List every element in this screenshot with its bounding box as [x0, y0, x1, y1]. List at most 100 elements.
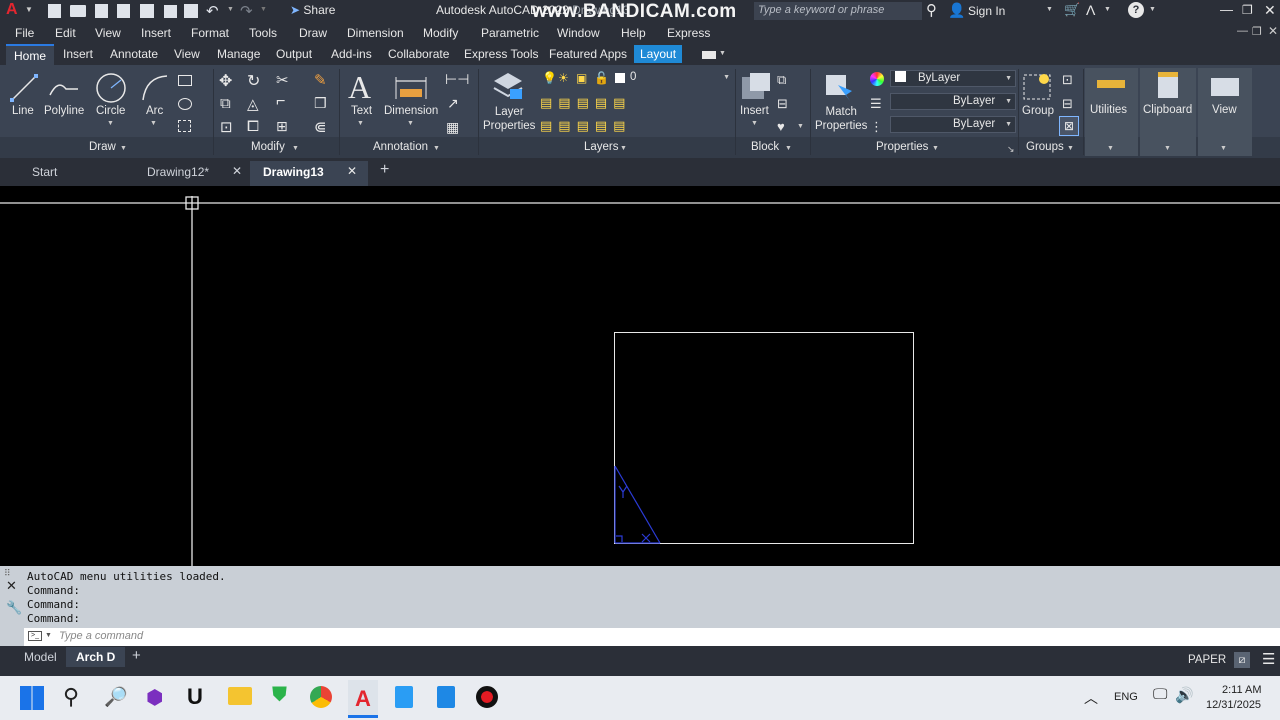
draw-panel-expand-icon[interactable]: ▼	[120, 145, 127, 152]
bandicam-record-icon[interactable]	[476, 686, 498, 708]
ribbon-toggle-icon[interactable]	[702, 51, 716, 59]
text-button[interactable]: Text	[351, 105, 372, 117]
autocad-logo-icon[interactable]: A	[6, 1, 18, 19]
leader-icon[interactable]: ↗	[447, 95, 459, 112]
doc-minimize-button[interactable]: —	[1237, 25, 1248, 37]
layer-properties-button[interactable]: Layer Properties	[483, 105, 535, 133]
share-button[interactable]: ➤ Share	[290, 3, 335, 17]
volume-icon[interactable]: 🔊	[1175, 686, 1194, 704]
modify-panel-expand-icon[interactable]: ▼	[292, 145, 299, 152]
menu-view[interactable]: View	[95, 26, 121, 40]
line-button[interactable]: Line	[12, 105, 34, 117]
circle-dropdown-icon[interactable]: ▼	[107, 120, 114, 127]
print-icon[interactable]	[184, 4, 198, 18]
linetype-dropdown[interactable]: ByLayer ▼	[890, 93, 1016, 110]
app-menu-dropdown-icon[interactable]: ▼	[25, 5, 33, 14]
tab-layout[interactable]: Layout	[634, 45, 683, 63]
doc-close-button[interactable]: ✕	[1268, 24, 1278, 38]
status-grid-icon[interactable]: ⧄	[1234, 652, 1250, 668]
move-icon[interactable]: ✥	[219, 71, 232, 91]
view-panel[interactable]: View ▼	[1198, 68, 1252, 156]
chrome-icon[interactable]	[310, 686, 332, 708]
sign-in-dropdown-icon[interactable]: ▼	[1046, 6, 1053, 13]
array-icon[interactable]: ⊞	[276, 118, 288, 135]
menu-tools[interactable]: Tools	[249, 26, 277, 40]
menu-modify[interactable]: Modify	[423, 26, 458, 40]
menu-help[interactable]: Help	[621, 26, 646, 40]
copy-icon[interactable]: ⧉	[220, 95, 231, 112]
tab-add-ins[interactable]: Add-ins	[331, 47, 372, 61]
help-icon[interactable]: ?	[1128, 2, 1144, 18]
groups-panel-expand-icon[interactable]: ▼	[1067, 145, 1074, 152]
plot-dropdown-icon[interactable]	[164, 5, 177, 18]
clock-time[interactable]: 2:11 AM	[1222, 684, 1262, 696]
customize-status-icon[interactable]: ☰	[1262, 650, 1275, 668]
layout-tab-arch-d[interactable]: Arch D	[66, 647, 126, 667]
model-tab[interactable]: Model	[24, 650, 57, 664]
autocad-taskbar-icon[interactable]: A	[348, 680, 378, 718]
clipboard-panel[interactable]: Clipboard ▼	[1140, 68, 1196, 156]
tab-featured-apps[interactable]: Featured Apps	[549, 47, 627, 61]
search-input[interactable]: Type a keyword or phrase	[754, 2, 922, 20]
app-cube-icon[interactable]: ⬢	[146, 685, 163, 710]
fillet-icon[interactable]: ⌐	[276, 93, 285, 111]
create-block-icon[interactable]: ⧉	[777, 72, 786, 88]
save-icon[interactable]	[95, 4, 108, 18]
boundary-icon[interactable]	[178, 120, 191, 132]
tab-insert[interactable]: Insert	[63, 47, 93, 61]
text-dropdown-icon[interactable]: ▼	[357, 120, 364, 127]
draw-panel-title[interactable]: Draw	[89, 141, 116, 153]
close-drawing12-icon[interactable]: ✕	[232, 164, 242, 178]
group-edit-icon[interactable]: ⊟	[1062, 96, 1073, 112]
command-close-icon[interactable]: ✕	[6, 578, 17, 594]
dimension-dropdown-icon[interactable]: ▼	[407, 120, 414, 127]
redo-icon[interactable]: ↷	[240, 2, 253, 20]
ungroup-icon[interactable]: ⊡	[1062, 72, 1073, 88]
menu-parametric[interactable]: Parametric	[481, 26, 539, 40]
command-settings-icon[interactable]: 🔧	[6, 600, 22, 616]
groups-panel-title[interactable]: Groups	[1026, 141, 1064, 153]
a360-dropdown-icon[interactable]: ▼	[1104, 6, 1111, 13]
plot-icon[interactable]	[140, 4, 154, 18]
restore-button[interactable]: ❐	[1242, 3, 1253, 17]
erase-icon[interactable]: ✎	[314, 71, 327, 89]
dimension-button[interactable]: Dimension	[384, 105, 438, 117]
group-select-icon[interactable]: ⊠	[1059, 116, 1079, 136]
offset-icon[interactable]: ⋐	[314, 118, 327, 136]
menu-window[interactable]: Window	[557, 26, 600, 40]
save-as-icon[interactable]	[117, 4, 130, 18]
minimize-button[interactable]: —	[1220, 2, 1233, 17]
undo-dropdown-icon[interactable]: ▼	[227, 6, 234, 13]
hatch-icon[interactable]	[178, 98, 192, 110]
group-button[interactable]: Group	[1022, 105, 1054, 117]
new-file-icon[interactable]	[48, 4, 61, 18]
tab-manage[interactable]: Manage	[217, 47, 260, 61]
sign-in-link[interactable]: Sign In	[968, 4, 1005, 18]
table-icon[interactable]: ▦	[446, 119, 459, 136]
attribute-icon[interactable]: ♥	[777, 119, 785, 134]
block-panel-expand-icon[interactable]: ▼	[785, 145, 792, 152]
properties-panel-title[interactable]: Properties	[876, 141, 928, 153]
layers-panel-title[interactable]: Layers	[584, 141, 619, 153]
layer-dropdown[interactable]: 0 ▼	[628, 69, 734, 87]
menu-dimension[interactable]: Dimension	[347, 26, 404, 40]
app-u-icon[interactable]: U	[187, 684, 203, 710]
menu-file[interactable]: File	[15, 26, 34, 40]
file-search-app-icon[interactable]: 🔎	[104, 685, 128, 709]
tab-view[interactable]: View	[174, 47, 200, 61]
command-recent-dropdown-icon[interactable]: ▼	[45, 632, 52, 639]
modify-panel-title[interactable]: Modify	[251, 141, 285, 153]
properties-panel-expand-icon[interactable]: ▼	[932, 145, 939, 152]
insert-dropdown-icon[interactable]: ▼	[751, 120, 758, 127]
menu-draw[interactable]: Draw	[299, 26, 327, 40]
redo-dropdown-icon[interactable]: ▼	[260, 6, 267, 13]
close-button[interactable]: ✕	[1264, 2, 1276, 19]
tab-express-tools[interactable]: Express Tools	[464, 47, 538, 61]
arc-button[interactable]: Arc	[146, 105, 163, 117]
annotation-panel-expand-icon[interactable]: ▼	[433, 145, 440, 152]
circle-button[interactable]: Circle	[96, 105, 125, 117]
trim-icon[interactable]: ✂	[276, 71, 289, 89]
doc-restore-button[interactable]: ❐	[1252, 25, 1262, 38]
security-app-icon[interactable]: ⛊	[272, 684, 287, 707]
undo-icon[interactable]: ↶	[206, 2, 219, 20]
